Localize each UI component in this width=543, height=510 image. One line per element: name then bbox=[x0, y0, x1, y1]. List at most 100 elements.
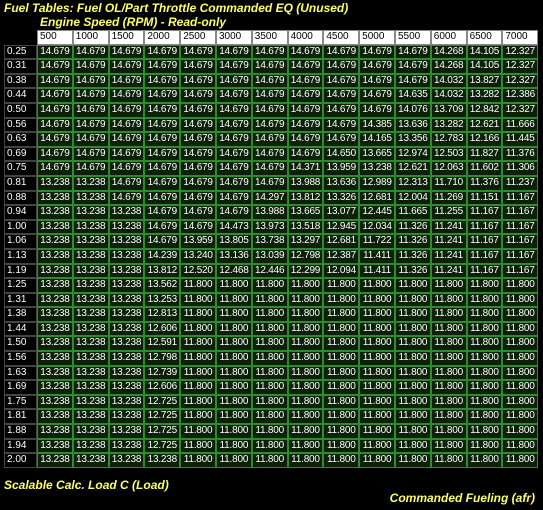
table-cell[interactable]: 14.679 bbox=[359, 88, 395, 103]
table-cell[interactable]: 12.739 bbox=[144, 365, 181, 381]
table-cell[interactable]: 13.238 bbox=[72, 424, 109, 439]
table-cell[interactable]: 13.238 bbox=[72, 453, 109, 468]
table-cell[interactable]: 11.800 bbox=[180, 307, 216, 322]
table-cell[interactable]: 11.800 bbox=[394, 278, 431, 293]
table-cell[interactable]: 11.800 bbox=[359, 278, 395, 293]
table-cell[interactable]: 14.679 bbox=[251, 117, 288, 133]
table-cell[interactable]: 13.136 bbox=[215, 248, 252, 264]
table-cell[interactable]: 13.238 bbox=[37, 292, 73, 308]
table-cell[interactable]: 11.800 bbox=[394, 321, 431, 337]
table-cell[interactable]: 13.805 bbox=[215, 234, 252, 249]
table-cell[interactable]: 14.679 bbox=[72, 117, 109, 133]
table-cell[interactable]: 11.800 bbox=[323, 438, 360, 454]
table-cell[interactable]: 14.679 bbox=[180, 219, 216, 235]
table-cell[interactable]: 11.710 bbox=[430, 175, 467, 191]
table-cell[interactable]: 13.238 bbox=[108, 205, 145, 220]
table-cell[interactable]: 14.679 bbox=[144, 234, 181, 249]
row-header[interactable]: 1.31 bbox=[4, 292, 37, 308]
row-header[interactable]: 0.69 bbox=[4, 146, 37, 162]
table-cell[interactable]: 11.411 bbox=[359, 248, 395, 264]
table-cell[interactable]: 11.800 bbox=[466, 365, 503, 381]
table-cell[interactable]: 11.800 bbox=[359, 292, 395, 308]
column-header[interactable]: 1500 bbox=[108, 30, 145, 45]
table-cell[interactable]: 14.165 bbox=[359, 132, 395, 147]
row-header[interactable]: 1.75 bbox=[4, 394, 37, 410]
table-cell[interactable]: 14.679 bbox=[180, 175, 216, 191]
table-cell[interactable]: 14.679 bbox=[180, 44, 216, 60]
table-cell[interactable]: 11.800 bbox=[215, 365, 252, 381]
table-cell[interactable]: 14.679 bbox=[180, 73, 216, 89]
table-cell[interactable]: 11.800 bbox=[251, 365, 288, 381]
table-cell[interactable]: 14.679 bbox=[359, 102, 395, 118]
table-cell[interactable]: 14.032 bbox=[430, 73, 467, 89]
table-cell[interactable]: 11.800 bbox=[251, 394, 288, 410]
table-cell[interactable]: 14.679 bbox=[215, 161, 252, 176]
table-cell[interactable]: 11.800 bbox=[287, 453, 324, 468]
table-cell[interactable]: 14.679 bbox=[215, 205, 252, 220]
table-cell[interactable]: 13.282 bbox=[430, 117, 467, 133]
table-cell[interactable]: 13.238 bbox=[37, 336, 73, 352]
table-cell[interactable]: 12.681 bbox=[359, 190, 395, 206]
table-cell[interactable]: 11.167 bbox=[502, 190, 539, 206]
table-cell[interactable]: 13.238 bbox=[37, 438, 73, 454]
table-cell[interactable]: 14.679 bbox=[251, 175, 288, 191]
table-cell[interactable]: 11.800 bbox=[180, 424, 216, 439]
table-cell[interactable]: 13.238 bbox=[72, 248, 109, 264]
table-cell[interactable]: 14.679 bbox=[144, 132, 181, 147]
table-cell[interactable]: 11.800 bbox=[323, 307, 360, 322]
table-cell[interactable]: 13.238 bbox=[37, 453, 73, 468]
table-cell[interactable]: 12.445 bbox=[359, 205, 395, 220]
column-header[interactable]: 6500 bbox=[466, 30, 503, 45]
table-cell[interactable]: 14.679 bbox=[394, 44, 431, 60]
table-cell[interactable]: 13.238 bbox=[72, 307, 109, 322]
table-cell[interactable]: 11.800 bbox=[251, 438, 288, 454]
column-header[interactable]: 2000 bbox=[144, 30, 181, 45]
table-cell[interactable]: 12.386 bbox=[502, 88, 539, 103]
table-cell[interactable]: 11.167 bbox=[502, 248, 539, 264]
table-cell[interactable]: 12.327 bbox=[502, 44, 539, 60]
table-cell[interactable]: 14.679 bbox=[323, 132, 360, 147]
table-cell[interactable]: 14.679 bbox=[180, 59, 216, 74]
table-cell[interactable]: 13.238 bbox=[37, 409, 73, 425]
table-cell[interactable]: 11.237 bbox=[502, 175, 539, 191]
table-cell[interactable]: 11.800 bbox=[180, 394, 216, 410]
table-cell[interactable]: 11.167 bbox=[466, 263, 503, 279]
table-cell[interactable]: 14.679 bbox=[394, 73, 431, 89]
table-cell[interactable]: 11.800 bbox=[502, 292, 539, 308]
table-cell[interactable]: 11.800 bbox=[287, 278, 324, 293]
table-cell[interactable]: 11.800 bbox=[466, 278, 503, 293]
row-header[interactable]: 1.13 bbox=[4, 248, 37, 264]
table-cell[interactable]: 14.679 bbox=[144, 59, 181, 74]
table-cell[interactable]: 14.679 bbox=[72, 146, 109, 162]
table-cell[interactable]: 11.800 bbox=[215, 292, 252, 308]
table-cell[interactable]: 11.800 bbox=[180, 351, 216, 366]
table-cell[interactable]: 11.167 bbox=[466, 234, 503, 249]
table-cell[interactable]: 12.798 bbox=[144, 351, 181, 366]
table-cell[interactable]: 13.238 bbox=[72, 219, 109, 235]
table-cell[interactable]: 13.238 bbox=[37, 394, 73, 410]
table-cell[interactable]: 11.167 bbox=[502, 205, 539, 220]
column-header[interactable]: 6000 bbox=[430, 30, 467, 45]
table-cell[interactable]: 11.800 bbox=[323, 409, 360, 425]
table-cell[interactable]: 11.800 bbox=[251, 278, 288, 293]
table-cell[interactable]: 11.800 bbox=[502, 365, 539, 381]
table-cell[interactable]: 12.503 bbox=[430, 146, 467, 162]
table-cell[interactable]: 13.238 bbox=[37, 219, 73, 235]
table-cell[interactable]: 11.800 bbox=[323, 365, 360, 381]
table-cell[interactable]: 13.238 bbox=[37, 321, 73, 337]
table-cell[interactable]: 11.800 bbox=[466, 307, 503, 322]
table-cell[interactable]: 11.800 bbox=[430, 453, 467, 468]
table-cell[interactable]: 11.800 bbox=[215, 351, 252, 366]
table-cell[interactable]: 13.253 bbox=[144, 292, 181, 308]
table-cell[interactable]: 14.385 bbox=[359, 117, 395, 133]
table-cell[interactable]: 12.621 bbox=[394, 161, 431, 176]
table-cell[interactable]: 11.800 bbox=[287, 307, 324, 322]
table-cell[interactable]: 11.800 bbox=[502, 438, 539, 454]
table-cell[interactable]: 14.679 bbox=[37, 146, 73, 162]
table-cell[interactable]: 11.800 bbox=[466, 321, 503, 337]
table-cell[interactable]: 11.800 bbox=[180, 292, 216, 308]
table-cell[interactable]: 14.679 bbox=[287, 132, 324, 147]
row-header[interactable]: 1.50 bbox=[4, 336, 37, 352]
table-cell[interactable]: 12.681 bbox=[323, 234, 360, 249]
table-cell[interactable]: 14.679 bbox=[108, 44, 145, 60]
